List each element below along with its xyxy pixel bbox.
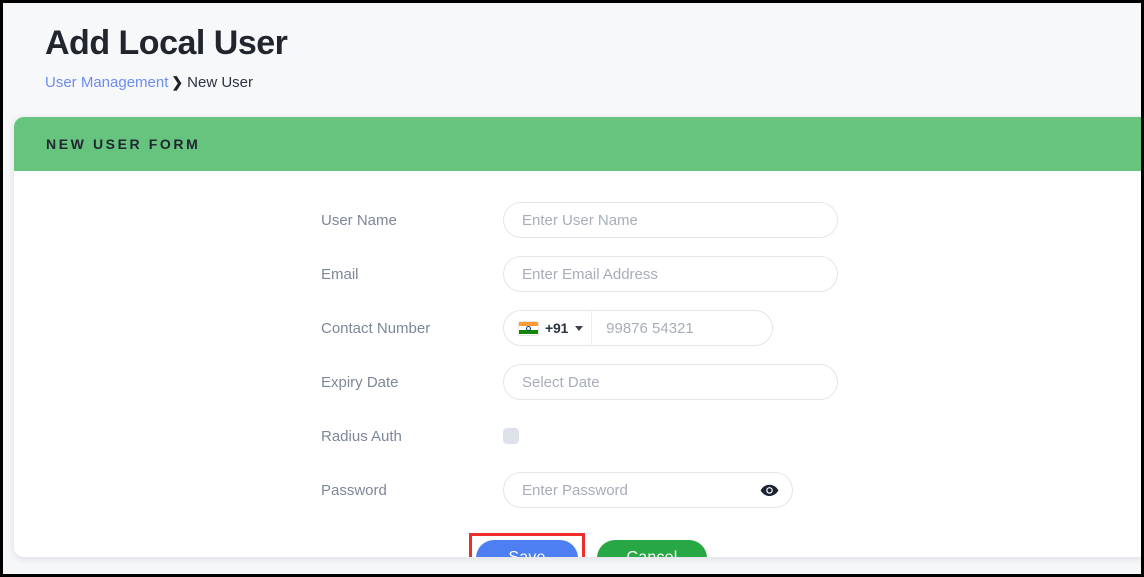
- expiry-date-input[interactable]: [503, 364, 838, 400]
- breadcrumb: User Management ❯ New User: [45, 72, 1141, 93]
- card-header: NEW USER FORM: [14, 117, 1141, 171]
- card-body: User Name Email Contact Number: [14, 171, 1141, 557]
- eye-icon[interactable]: [759, 483, 779, 497]
- field-contact-number: +91: [503, 310, 773, 346]
- india-flag-icon: [518, 320, 539, 336]
- form-row-expiry-date: Expiry Date: [14, 355, 1141, 409]
- field-expiry-date: [503, 364, 838, 400]
- field-password: [503, 472, 793, 508]
- label-expiry-date: Expiry Date: [321, 373, 399, 391]
- form-actions: Save Cancel: [14, 533, 1141, 557]
- chevron-down-icon: [575, 325, 584, 331]
- form-row-user-name: User Name: [14, 193, 1141, 247]
- form-row-contact-number: Contact Number +91: [14, 301, 1141, 355]
- field-radius-auth: [503, 428, 519, 444]
- field-user-name: [503, 202, 838, 238]
- form-row-password: Password: [14, 463, 1141, 517]
- label-password: Password: [321, 481, 387, 499]
- breadcrumb-current: New User: [187, 74, 253, 91]
- label-user-name: User Name: [321, 211, 397, 229]
- country-code-selector[interactable]: +91: [504, 311, 593, 345]
- form-row-email: Email: [14, 247, 1141, 301]
- label-contact-number: Contact Number: [321, 319, 431, 337]
- password-input[interactable]: [503, 472, 793, 508]
- label-email: Email: [321, 265, 359, 283]
- chevron-right-icon: ❯: [171, 74, 184, 90]
- contact-number-input[interactable]: [592, 311, 772, 345]
- page-header: Add Local User User Management ❯ New User: [6, 6, 1141, 114]
- email-input[interactable]: [503, 256, 838, 292]
- new-user-form-card: NEW USER FORM User Name Email Contact Nu…: [14, 117, 1141, 557]
- save-button[interactable]: Save: [476, 540, 578, 557]
- card-header-title: NEW USER FORM: [46, 136, 201, 152]
- country-code-label: +91: [545, 320, 569, 336]
- label-radius-auth: Radius Auth: [321, 427, 402, 445]
- radius-auth-checkbox[interactable]: [503, 428, 519, 444]
- form-row-radius-auth: Radius Auth: [14, 409, 1141, 463]
- save-button-highlight-wrapper: Save: [469, 533, 585, 557]
- user-name-input[interactable]: [503, 202, 838, 238]
- page-title: Add Local User: [45, 24, 288, 62]
- cancel-button[interactable]: Cancel: [597, 540, 707, 557]
- breadcrumb-link-user-management[interactable]: User Management: [45, 74, 168, 91]
- field-email: [503, 256, 838, 292]
- screenshot-frame: Add Local User User Management ❯ New User …: [0, 0, 1144, 577]
